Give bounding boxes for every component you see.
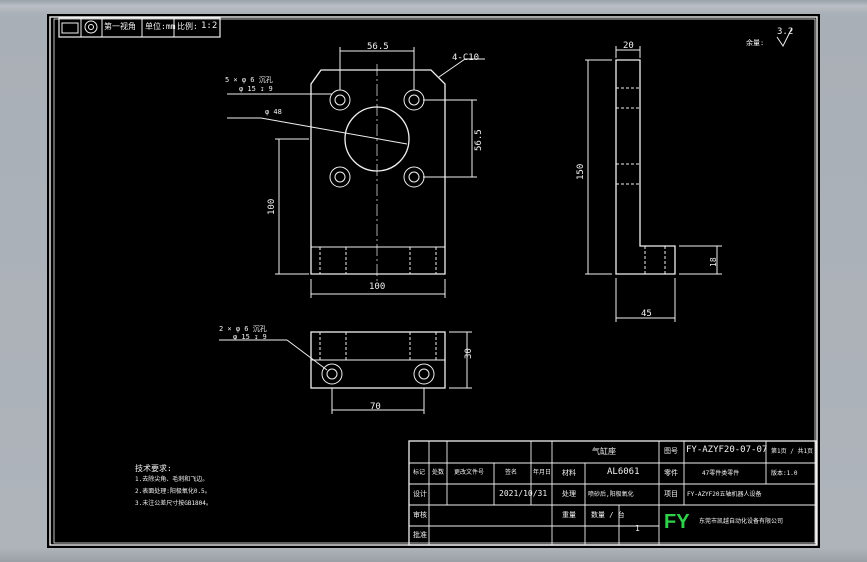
sheet-info: 第1页 / 共1页 (771, 448, 814, 455)
projection-symbol-box (61, 22, 79, 34)
col-date: 年月日 (533, 469, 552, 476)
tech-note-item: 1.去除尖角、毛刺和飞边。 (135, 476, 209, 483)
design-label: 设计 (413, 490, 427, 498)
front-dim-right: 56.5 (474, 129, 484, 151)
tech-note-item: 2.表面处理:阳极氧化0.5。 (135, 488, 211, 495)
top-view (219, 331, 472, 414)
col-count: 处数 (432, 469, 445, 476)
cbore-hole (403, 166, 425, 188)
front-dim-bottom: 100 (369, 282, 386, 292)
cbore-hole (329, 89, 351, 111)
top-dim-right: 30 (464, 348, 474, 359)
roughness-value: 3.2 (777, 27, 794, 37)
part-label: 零件 (664, 469, 678, 477)
company-logo: FY (664, 511, 690, 533)
material-value: AL6061 (607, 467, 640, 477)
material-label: 材料 (562, 469, 576, 477)
project-value: FY-AZYF20五轴机器人设备 (687, 491, 762, 498)
cbore-hole (321, 363, 343, 385)
side-dim-top: 20 (623, 41, 634, 51)
qty-value: 1 (635, 524, 640, 533)
top-hole-callout-depth: φ 15 ↧ 9 (233, 333, 267, 341)
chamfer-label: 4-C10 (452, 53, 480, 63)
bore-callout: φ 48 (265, 108, 282, 116)
front-dim-top: 56.5 (367, 42, 389, 52)
part-name: 气缸座 (592, 447, 616, 456)
check-label: 审核 (413, 511, 427, 519)
scale-value: 1:2 (201, 21, 218, 31)
views-label: 第一视角 (104, 22, 136, 31)
side-dim-bottom: 45 (641, 309, 652, 319)
side-view-outline (615, 59, 676, 275)
weight-label: 重量 (562, 511, 576, 519)
treatment-label: 处理 (562, 490, 576, 498)
drawing-sheet: 第一视角 单位:mm 比例: 1:2 余量: 3.2 56.5 56.5 100… (47, 14, 820, 548)
tech-notes-title: 技术要求: (135, 464, 172, 473)
front-dim-left: 100 (267, 198, 277, 215)
qty-label: 数量 / 台 (591, 511, 625, 519)
col-sign: 签名 (505, 469, 518, 476)
project-label: 项目 (664, 490, 678, 498)
cbore-hole (413, 363, 435, 385)
drawing-no: FY-AZYF20-07-07 (686, 445, 768, 455)
cbore-hole (329, 166, 351, 188)
top-hole-callout: 2 × φ 6 沉孔 (219, 325, 267, 333)
projection-symbol-circle (84, 20, 98, 34)
company-name: 东莞市凯越自动化设备有限公司 (699, 518, 784, 525)
side-view (585, 46, 722, 322)
approve-label: 批准 (413, 531, 427, 539)
scale-label: 比例: (177, 22, 198, 31)
side-dim-height: 150 (576, 163, 586, 180)
unit-label: 单位:mm (145, 22, 176, 31)
roughness-other-label: 余量: (746, 39, 765, 47)
treatment-value: 喷砂后,阳极氧化 (588, 491, 634, 498)
drawing-no-label: 图号 (664, 447, 678, 455)
front-hole-callout: 5 × φ 6 沉孔 (225, 76, 273, 84)
front-hole-callout-depth: φ 15 ↧ 9 (239, 85, 273, 93)
col-change-doc: 更改文件号 (454, 469, 485, 476)
design-date: 2021/10/31 (499, 489, 548, 498)
part-desc: 47零件类零件 (702, 470, 740, 477)
cbore-hole (403, 89, 425, 111)
side-dim-foot: 18 (709, 257, 718, 267)
col-mark: 标记 (413, 469, 426, 476)
top-dim-bottom: 70 (370, 402, 381, 412)
tech-note-item: 3.未注公差尺寸按GB1804。 (135, 500, 212, 507)
revision: 版本:1.0 (771, 470, 798, 477)
